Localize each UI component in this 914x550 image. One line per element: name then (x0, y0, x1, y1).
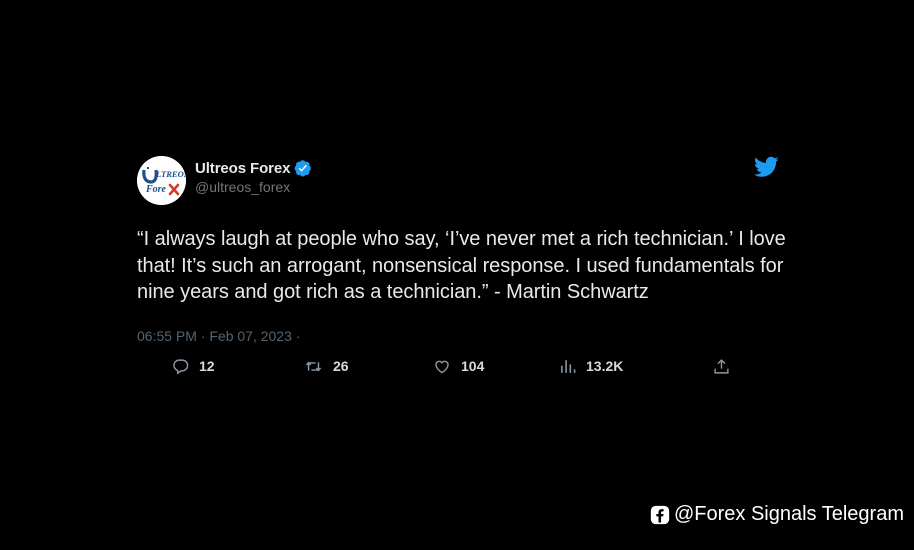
share-button[interactable] (713, 358, 740, 375)
handle[interactable]: @ultreos_forex (195, 179, 312, 195)
views-button[interactable]: 13.2K (559, 358, 623, 375)
reply-icon (173, 358, 189, 375)
tweet-timestamp[interactable]: 06:55 PM · Feb 07, 2023 · (137, 328, 779, 344)
share-icon (714, 358, 729, 374)
tweet-actions: 12 26 104 13.2K (137, 358, 779, 378)
retweet-button[interactable]: 26 (304, 358, 349, 375)
logo-text-top: LTREOS (155, 169, 186, 179)
views-count: 13.2K (586, 358, 624, 374)
verified-badge-icon (294, 159, 312, 177)
heart-icon (435, 360, 449, 373)
twitter-bird-icon[interactable] (754, 156, 779, 178)
watermark: @Forex Signals Telegram (650, 503, 904, 526)
reply-count: 12 (199, 358, 215, 374)
tweet-header: LTREOS Fore Ultreos Forex @ultreos_forex (137, 154, 779, 205)
retweet-count: 26 (333, 358, 349, 374)
author-info: Ultreos Forex @ultreos_forex (195, 158, 312, 195)
like-button[interactable]: 104 (433, 358, 484, 375)
views-chart-icon (561, 359, 576, 373)
reply-button[interactable]: 12 (172, 358, 215, 375)
avatar[interactable]: LTREOS Fore (137, 156, 186, 205)
tweet-card: LTREOS Fore Ultreos Forex @ultreos_forex (137, 154, 786, 378)
ultreos-logo-icon: LTREOS Fore (137, 156, 186, 205)
watermark-text: @Forex Signals Telegram (673, 503, 904, 525)
display-name-row: Ultreos Forex (195, 158, 312, 178)
tweet-text: “I always laugh at people who say, ‘I’ve… (137, 228, 786, 303)
facebook-icon (650, 505, 670, 525)
page: LTREOS Fore Ultreos Forex @ultreos_forex (0, 0, 914, 550)
logo-text-bottom: Fore (145, 184, 167, 195)
retweet-icon (305, 361, 322, 371)
like-count: 104 (461, 358, 485, 374)
display-name[interactable]: Ultreos Forex (195, 160, 291, 177)
